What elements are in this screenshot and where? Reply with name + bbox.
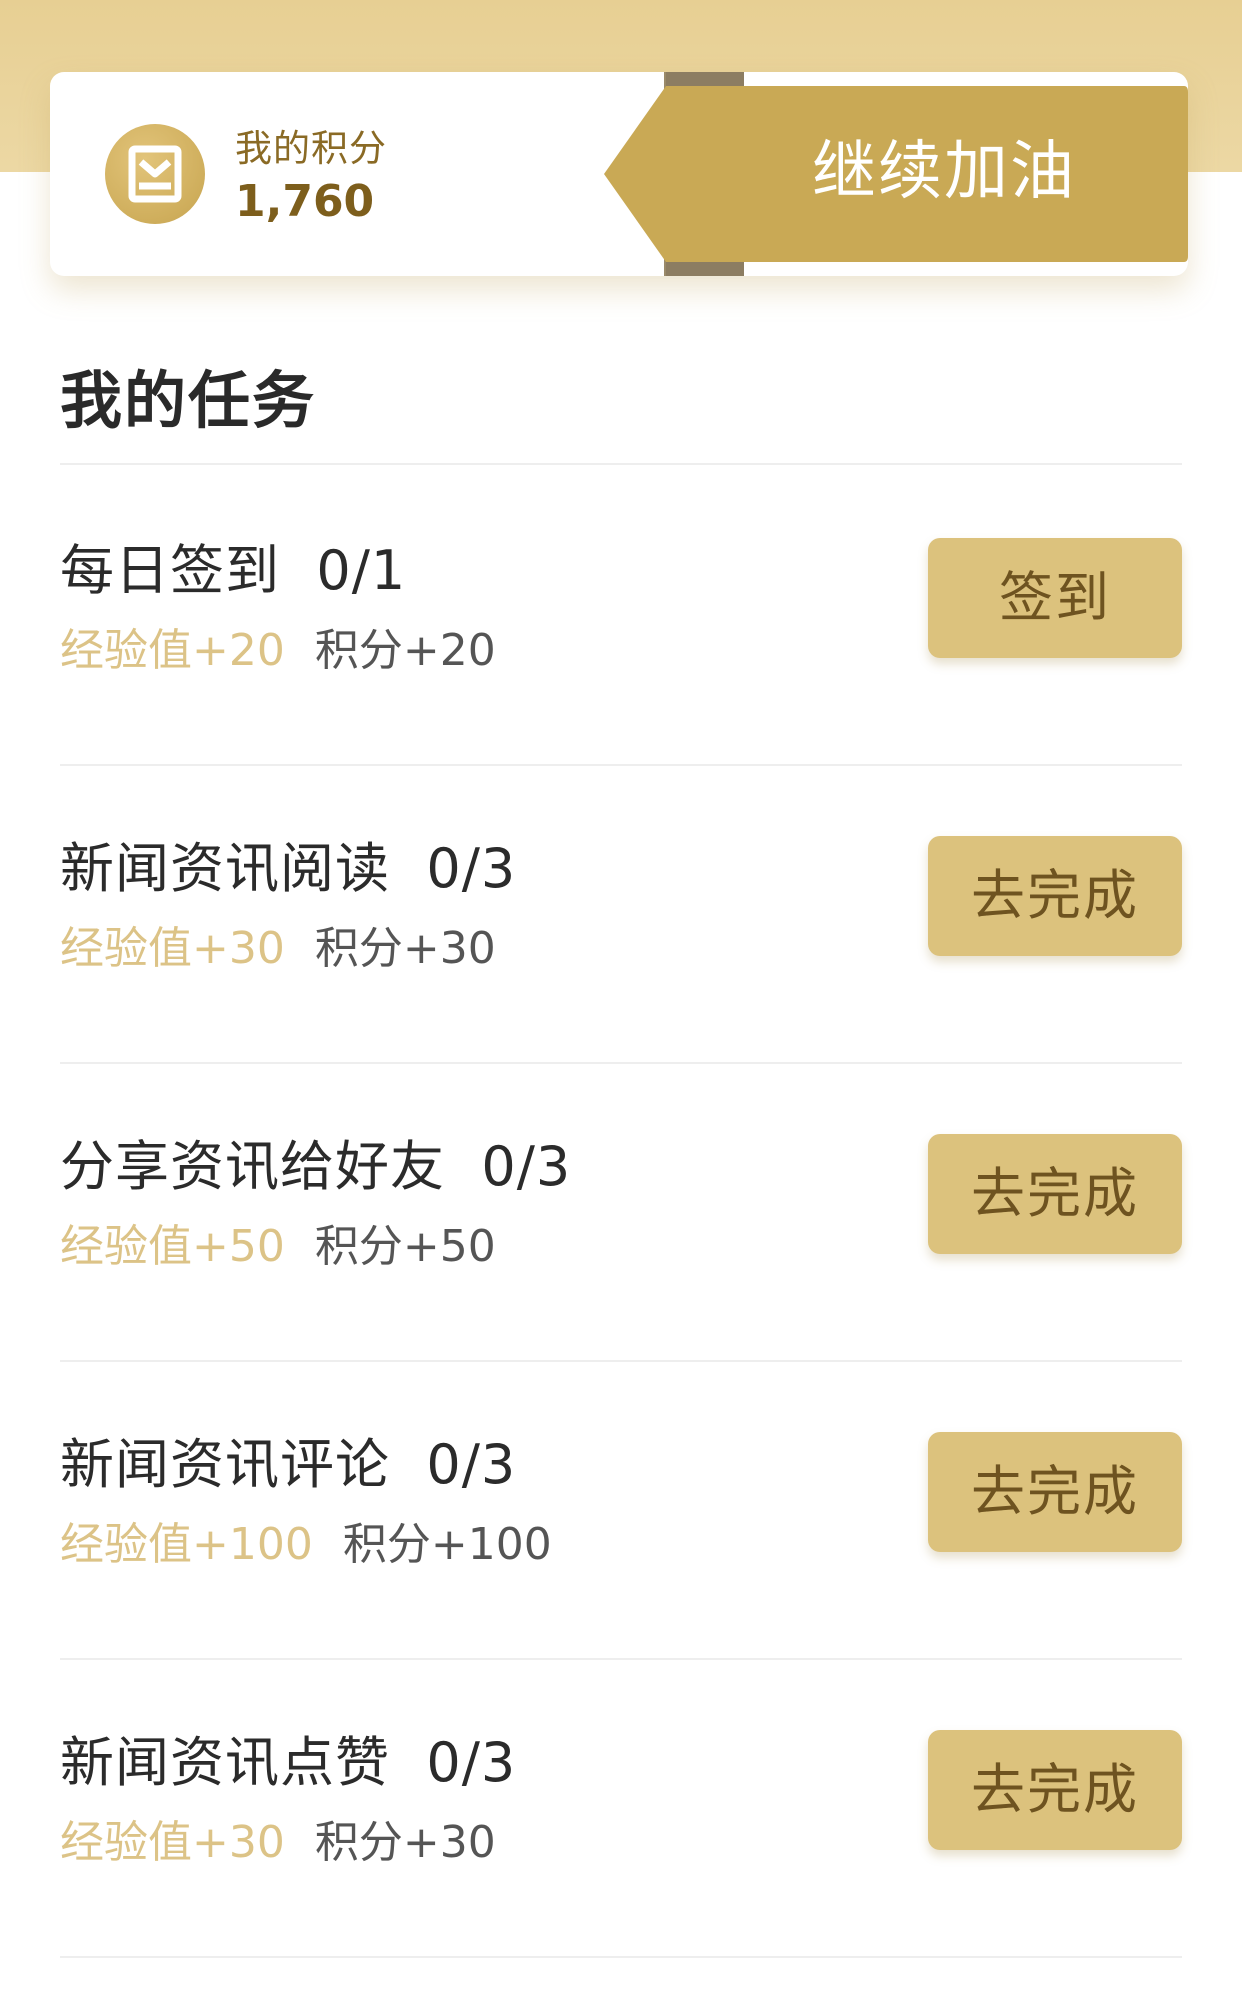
reward-points: 积分+50 bbox=[314, 1221, 496, 1272]
task-progress: 0/3 bbox=[426, 837, 517, 900]
keep-going-button[interactable]: 继续加油 bbox=[604, 72, 1188, 276]
task-row-comment-news: 新闻资讯评论 0/3 经验值+100 积分+100 去完成 bbox=[60, 1360, 1182, 1658]
reward-exp: 经验值+100 bbox=[60, 1519, 313, 1570]
reward-points: 积分+20 bbox=[314, 625, 496, 676]
reward-points: 积分+100 bbox=[342, 1519, 552, 1570]
go-complete-button[interactable]: 去完成 bbox=[928, 1134, 1182, 1254]
section-divider bbox=[60, 463, 1182, 465]
reward-exp: 经验值+20 bbox=[60, 625, 285, 676]
task-rewards: 经验值+100 积分+100 bbox=[60, 1508, 552, 1572]
reward-exp: 经验值+50 bbox=[60, 1221, 285, 1272]
keep-going-label: 继续加油 bbox=[812, 135, 1076, 209]
task-name: 新闻资讯点赞 0/3 bbox=[60, 1731, 517, 1794]
checkin-button[interactable]: 签到 bbox=[928, 538, 1182, 658]
task-rewards: 经验值+30 积分+30 bbox=[60, 912, 496, 976]
task-name: 新闻资讯评论 0/3 bbox=[60, 1433, 517, 1496]
reward-exp: 经验值+30 bbox=[60, 1817, 285, 1868]
task-name: 每日签到 0/1 bbox=[60, 539, 407, 602]
row-divider bbox=[60, 1956, 1182, 1958]
points-label: 我的积分 bbox=[235, 127, 387, 170]
task-row-share-news: 分享资讯给好友 0/3 经验值+50 积分+50 去完成 bbox=[60, 1062, 1182, 1360]
task-name: 分享资讯给好友 0/3 bbox=[60, 1135, 572, 1198]
coin-icon bbox=[105, 124, 205, 224]
points-value: 1,760 bbox=[235, 176, 375, 227]
task-center-page: 我的积分 1,760 继续加油 我的任务 每日签到 0/1 经验值+20 积分+2… bbox=[0, 0, 1242, 2016]
go-complete-button[interactable]: 去完成 bbox=[928, 836, 1182, 956]
task-rewards: 经验值+20 积分+20 bbox=[60, 614, 496, 678]
task-rewards: 经验值+50 积分+50 bbox=[60, 1210, 496, 1274]
section-title: 我的任务 bbox=[60, 364, 317, 437]
task-row-daily-checkin: 每日签到 0/1 经验值+20 积分+20 签到 bbox=[60, 466, 1182, 764]
task-progress: 0/1 bbox=[316, 539, 407, 602]
reward-points: 积分+30 bbox=[314, 1817, 496, 1868]
task-rewards: 经验值+30 积分+30 bbox=[60, 1806, 496, 1870]
task-progress: 0/3 bbox=[481, 1135, 572, 1198]
task-progress: 0/3 bbox=[426, 1433, 517, 1496]
task-progress: 0/3 bbox=[426, 1731, 517, 1794]
reward-exp: 经验值+30 bbox=[60, 923, 285, 974]
task-row-like-news: 新闻资讯点赞 0/3 经验值+30 积分+30 去完成 bbox=[60, 1658, 1182, 1956]
reward-points: 积分+30 bbox=[314, 923, 496, 974]
go-complete-button[interactable]: 去完成 bbox=[928, 1730, 1182, 1850]
go-complete-button[interactable]: 去完成 bbox=[928, 1432, 1182, 1552]
task-name: 新闻资讯阅读 0/3 bbox=[60, 837, 517, 900]
task-row-read-news: 新闻资讯阅读 0/3 经验值+30 积分+30 去完成 bbox=[60, 764, 1182, 1062]
